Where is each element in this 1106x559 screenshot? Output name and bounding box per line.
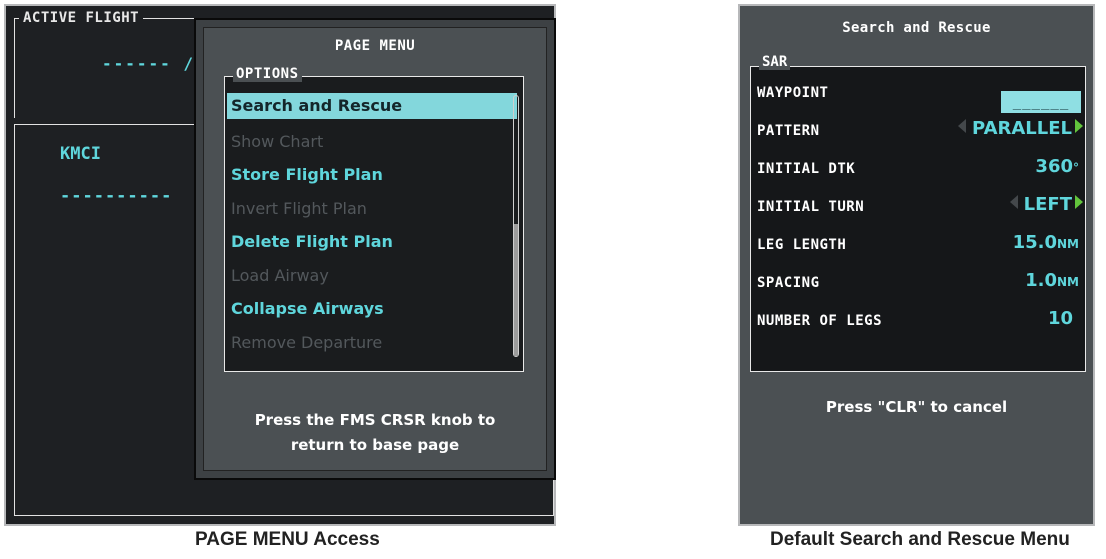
initial-dtk-value: 360 — [1035, 156, 1073, 177]
caption-default-sar-menu: Default Search and Rescue Menu — [770, 529, 1070, 550]
arrow-left-icon — [1009, 195, 1018, 209]
initial-turn-value: LEFT — [1023, 194, 1072, 215]
sar-row-pattern: PATTERN PARALLEL — [751, 117, 1085, 147]
initial-turn-label: INITIAL TURN — [757, 199, 865, 215]
page-menu-title: PAGE MENU — [334, 38, 416, 54]
options-list: Search and Rescue Show Chart Store Fligh… — [227, 93, 517, 361]
arrow-right-icon — [1075, 119, 1083, 133]
initial-dtk-label: INITIAL DTK — [757, 161, 856, 177]
pattern-selector[interactable]: PARALLEL — [958, 118, 1083, 139]
search-and-rescue-window: Search and Rescue SAR WAYPOINT ______ PA… — [738, 4, 1095, 526]
menu-option-search-and-rescue[interactable]: Search and Rescue — [227, 93, 517, 119]
spacing-label: SPACING — [757, 275, 820, 291]
spacing-value: 1.0 — [1025, 270, 1058, 291]
flight-plan-route: ------ / — [102, 54, 196, 73]
sar-row-initial-turn: INITIAL TURN LEFT — [751, 193, 1085, 223]
sar-row-waypoint: WAYPOINT ______ — [751, 79, 1085, 113]
sar-group-label: SAR — [759, 54, 791, 70]
leg-length-label: LEG LENGTH — [757, 237, 847, 253]
menu-help-line-1: Press the FMS CRSR knob to — [254, 411, 496, 429]
sar-row-initial-dtk: INITIAL DTK 360° — [751, 155, 1085, 185]
pattern-label: PATTERN — [757, 123, 820, 139]
waypoint-label: WAYPOINT — [757, 85, 829, 101]
menu-option-collapse-airways[interactable]: Collapse Airways — [227, 294, 517, 328]
leg-length-field[interactable]: 15.0NM — [1013, 232, 1079, 253]
initial-dtk-field[interactable]: 360° — [1035, 156, 1079, 177]
arrow-right-icon — [1075, 195, 1083, 209]
menu-help-text: Press the FMS CRSR knob to return to bas… — [196, 408, 554, 458]
menu-option-delete-flight-plan[interactable]: Delete Flight Plan — [227, 227, 517, 261]
pattern-value: PARALLEL — [972, 118, 1072, 139]
waypoint-kmci[interactable]: KMCI — [60, 144, 101, 164]
spacing-field[interactable]: 1.0NM — [1025, 270, 1079, 291]
menu-scrollbar[interactable] — [513, 95, 519, 357]
menu-option-store-flight-plan[interactable]: Store Flight Plan — [227, 160, 517, 194]
options-box: OPTIONS Search and Rescue Show Chart Sto… — [224, 66, 524, 372]
page-menu-window: PAGE MENU OPTIONS Search and Rescue Show… — [194, 18, 556, 480]
sar-window-title: Search and Rescue — [842, 20, 991, 36]
leg-length-value: 15.0 — [1012, 232, 1058, 253]
arrow-left-icon — [958, 119, 967, 133]
menu-option-remove-departure: Remove Departure — [231, 332, 383, 352]
caption-page-menu-access: PAGE MENU Access — [195, 529, 380, 550]
menu-option-load-airway: Load Airway — [231, 265, 329, 285]
menu-help-line-2: return to base page — [290, 436, 460, 454]
active-flight-plan-label: ACTIVE FLIGHT — [19, 10, 144, 26]
empty-waypoint-entry[interactable]: ---------- — [60, 186, 172, 206]
sar-help-text: Press "CLR" to cancel — [825, 398, 1008, 416]
nm-unit: NM — [1057, 237, 1079, 251]
degree-unit: ° — [1073, 161, 1079, 175]
sar-row-leg-length: LEG LENGTH 15.0NM — [751, 231, 1085, 261]
menu-option-show-chart: Show Chart — [231, 131, 324, 151]
number-of-legs-value[interactable]: 10 — [1048, 308, 1073, 329]
waypoint-input[interactable]: ______ — [1001, 91, 1081, 113]
number-of-legs-label: NUMBER OF LEGS — [757, 313, 883, 329]
nm-unit: NM — [1057, 275, 1079, 289]
sar-group-box: SAR WAYPOINT ______ PATTERN PARALLEL INI… — [750, 54, 1086, 372]
initial-turn-selector[interactable]: LEFT — [1009, 194, 1083, 215]
sar-row-spacing: SPACING 1.0NM — [751, 269, 1085, 299]
menu-option-invert-flight-plan: Invert Flight Plan — [231, 198, 367, 218]
sar-row-number-of-legs: NUMBER OF LEGS 10 — [751, 307, 1085, 337]
options-label: OPTIONS — [233, 66, 302, 82]
scrollbar-thumb[interactable] — [514, 224, 518, 356]
flight-plan-screen: ACTIVE FLIGHT ------ / KMCI ---------- P… — [4, 4, 556, 526]
